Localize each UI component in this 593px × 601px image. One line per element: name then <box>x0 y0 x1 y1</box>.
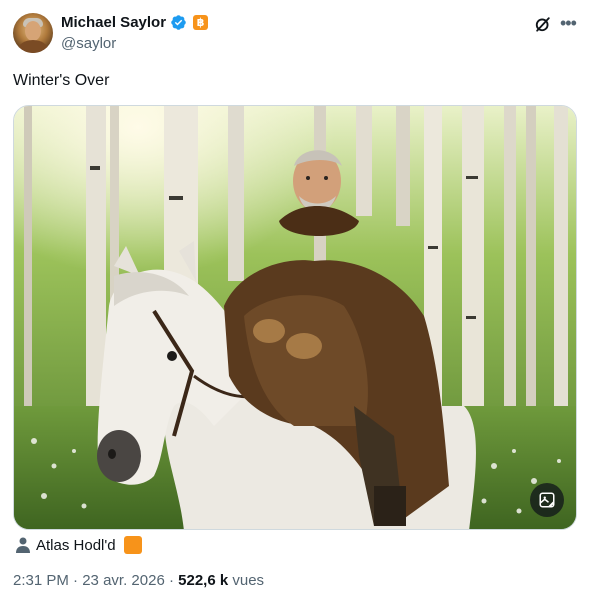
views-count[interactable]: 522,6 k <box>178 572 228 589</box>
credit-name: Atlas Hodl'd <box>36 536 116 554</box>
avatar-body <box>18 40 48 53</box>
bitcoin-badge-icon[interactable]: ฿ <box>193 15 209 30</box>
image-credit[interactable]: Atlas Hodl'd <box>16 536 142 554</box>
more-options-icon[interactable]: ••• <box>560 13 577 33</box>
tweet-time[interactable]: 2:31 PM <box>13 572 69 589</box>
author-name-row: Michael Saylor ฿ <box>61 14 209 31</box>
author-handle[interactable]: @saylor <box>61 35 116 52</box>
tweet-date[interactable]: 23 avr. 2026 <box>82 572 165 589</box>
image-edit-button[interactable] <box>530 483 564 517</box>
orange-square-emoji <box>123 536 142 554</box>
tweet-meta: 2:31 PM · 23 avr. 2026 · 522,6 k vues <box>13 572 264 589</box>
meta-separator: · <box>168 572 174 589</box>
tweet-text: Winter's Over <box>13 72 110 89</box>
avatar[interactable] <box>13 13 53 53</box>
image-edit-icon <box>539 492 555 508</box>
avatar-face <box>25 21 41 41</box>
verified-badge-icon[interactable] <box>170 14 187 31</box>
grok-icon[interactable] <box>533 14 553 34</box>
author-name[interactable]: Michael Saylor <box>61 14 166 31</box>
forest-rider-illustration <box>14 106 576 529</box>
person-icon <box>16 537 30 553</box>
meta-separator: · <box>73 572 79 589</box>
views-label: vues <box>232 572 265 589</box>
tweet-image[interactable] <box>13 105 577 530</box>
